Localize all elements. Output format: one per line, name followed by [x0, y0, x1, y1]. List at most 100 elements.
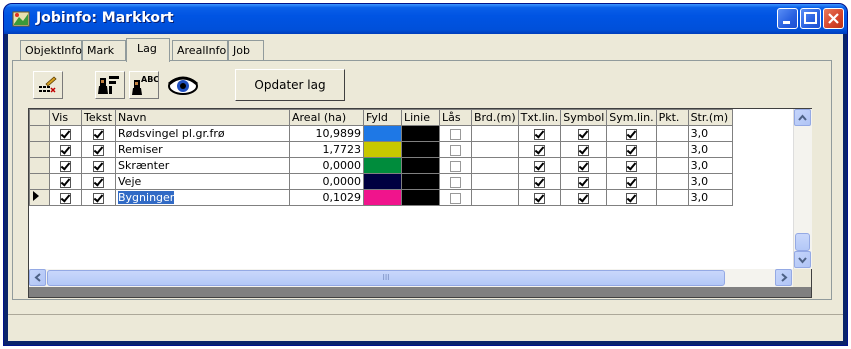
fyld-color-cell[interactable]	[363, 173, 402, 190]
str-cell[interactable]: 3,0	[687, 173, 733, 190]
txtlin-cell[interactable]	[517, 141, 562, 158]
symlin-cell[interactable]	[606, 189, 657, 206]
txtlin-checkbox[interactable]	[533, 176, 545, 188]
brd-cell[interactable]	[471, 141, 519, 158]
txtlin-checkbox[interactable]	[533, 160, 545, 172]
vis-cell[interactable]	[49, 125, 82, 142]
vis-checkbox[interactable]	[60, 128, 71, 140]
vertical-scroll-thumb[interactable]	[795, 233, 810, 251]
pkt-cell[interactable]	[655, 173, 689, 190]
symbol-cell[interactable]	[560, 189, 608, 206]
table-row[interactable]: Veje 0,0000 3,0	[29, 173, 733, 190]
laas-cell[interactable]	[439, 173, 472, 190]
laas-cell[interactable]	[439, 141, 472, 158]
txtlin-cell[interactable]	[517, 173, 562, 190]
column-header-brd[interactable]: Brd.(m)	[471, 109, 519, 126]
column-header-txtlin[interactable]: Txt.lin.	[517, 109, 562, 126]
tab-mark[interactable]: Mark	[82, 40, 126, 60]
update-layers-button[interactable]: Opdater lag	[235, 69, 345, 101]
txtlin-cell[interactable]	[517, 189, 562, 206]
tekst-checkbox[interactable]	[93, 128, 104, 140]
symlin-checkbox[interactable]	[625, 176, 637, 188]
symlin-checkbox[interactable]	[625, 144, 637, 156]
txtlin-cell[interactable]	[517, 157, 562, 174]
table-row[interactable]: Bygninger 0,1029 3,0	[29, 189, 733, 206]
row-indicator[interactable]	[29, 125, 50, 142]
tab-job[interactable]: Job	[228, 40, 264, 60]
symlin-checkbox[interactable]	[625, 128, 637, 140]
str-cell[interactable]: 3,0	[687, 141, 733, 158]
tab-arealinfo[interactable]: ArealInfo	[172, 40, 228, 60]
eye-button[interactable]	[165, 70, 201, 100]
scroll-up-button[interactable]	[794, 109, 811, 126]
table-row[interactable]: Skrænter 0,0000 3,0	[29, 157, 733, 174]
str-cell[interactable]: 3,0	[687, 157, 733, 174]
linie-color-cell[interactable]	[401, 141, 440, 158]
symbol-cell[interactable]	[560, 141, 608, 158]
fyld-color-cell[interactable]	[363, 189, 402, 206]
navn-cell[interactable]: Skrænter	[115, 157, 290, 174]
areal-cell[interactable]: 0,0000	[289, 173, 364, 190]
row-indicator[interactable]	[29, 141, 50, 158]
pkt-cell[interactable]	[655, 157, 689, 174]
txtlin-checkbox[interactable]	[533, 128, 545, 140]
vis-cell[interactable]	[49, 173, 82, 190]
navn-cell[interactable]: Rødsvingel pl.gr.frø	[115, 125, 290, 142]
column-header-linie[interactable]: Linie	[401, 109, 440, 126]
column-header-tekst[interactable]: Tekst	[81, 109, 116, 126]
maximize-button[interactable]	[800, 8, 821, 29]
column-header-str[interactable]: Str.(m)	[687, 109, 733, 126]
areal-cell[interactable]: 1,7723	[289, 141, 364, 158]
vis-checkbox[interactable]	[60, 176, 71, 188]
vis-cell[interactable]	[49, 189, 82, 206]
symlin-cell[interactable]	[606, 141, 657, 158]
column-header-symbol[interactable]: Symbol	[560, 109, 608, 126]
vis-checkbox[interactable]	[60, 144, 71, 156]
vis-checkbox[interactable]	[60, 192, 71, 204]
column-header-laas[interactable]: Lås	[439, 109, 472, 126]
symlin-checkbox[interactable]	[625, 192, 637, 204]
vis-checkbox[interactable]	[60, 160, 71, 172]
symbol-checkbox[interactable]	[578, 192, 590, 204]
tab-lag[interactable]: Lag	[126, 38, 170, 62]
fyld-color-cell[interactable]	[363, 141, 402, 158]
fyld-color-cell[interactable]	[363, 157, 402, 174]
areal-cell[interactable]: 0,0000	[289, 157, 364, 174]
symlin-checkbox[interactable]	[625, 160, 637, 172]
brd-cell[interactable]	[471, 173, 519, 190]
txtlin-checkbox[interactable]	[533, 144, 545, 156]
tekst-cell[interactable]	[81, 125, 116, 142]
str-cell[interactable]: 3,0	[687, 125, 733, 142]
close-button[interactable]	[823, 8, 844, 29]
symbol-cell[interactable]	[560, 125, 608, 142]
linie-color-cell[interactable]	[401, 173, 440, 190]
scroll-right-button[interactable]	[775, 269, 792, 286]
text-layer-button[interactable]: ABC	[129, 71, 159, 99]
column-header-vis[interactable]: Vis	[49, 109, 82, 126]
areal-cell[interactable]: 0,1029	[289, 189, 364, 206]
laas-checkbox[interactable]	[450, 192, 461, 204]
areal-cell[interactable]: 10,9899	[289, 125, 364, 142]
tekst-cell[interactable]	[81, 157, 116, 174]
txtlin-checkbox[interactable]	[533, 192, 545, 204]
laas-checkbox[interactable]	[450, 176, 461, 188]
column-header-areal[interactable]: Areal (ha)	[289, 109, 364, 126]
horizontal-scrollbar[interactable]: III	[29, 269, 793, 287]
brd-cell[interactable]	[471, 189, 519, 206]
pkt-cell[interactable]	[655, 189, 689, 206]
symlin-cell[interactable]	[606, 173, 657, 190]
column-header-pkt[interactable]: Pkt.	[655, 109, 689, 126]
table-row[interactable]: Rødsvingel pl.gr.frø 10,9899 3,0	[29, 125, 733, 142]
pkt-cell[interactable]	[655, 125, 689, 142]
scroll-left-button[interactable]	[29, 269, 46, 286]
brd-cell[interactable]	[471, 157, 519, 174]
symlin-cell[interactable]	[606, 125, 657, 142]
laas-cell[interactable]	[439, 125, 472, 142]
txtlin-cell[interactable]	[517, 125, 562, 142]
navn-cell[interactable]: Remiser	[115, 141, 290, 158]
symbol-checkbox[interactable]	[578, 128, 590, 140]
row-indicator[interactable]	[29, 189, 50, 206]
symbol-cell[interactable]	[560, 157, 608, 174]
tekst-checkbox[interactable]	[93, 144, 104, 156]
vis-cell[interactable]	[49, 157, 82, 174]
